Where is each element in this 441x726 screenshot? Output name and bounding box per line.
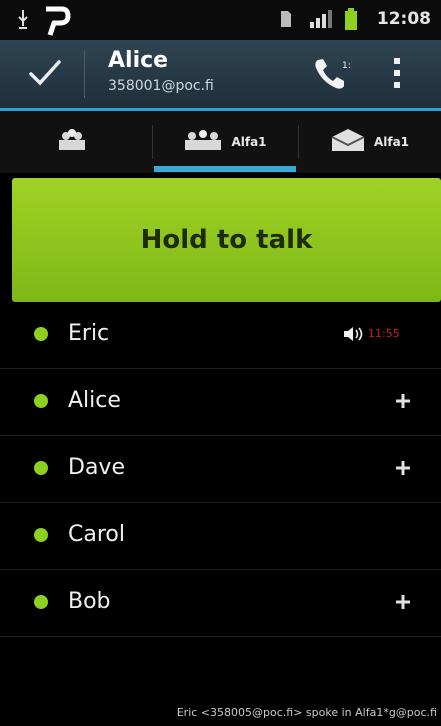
action-bar: Alice 358001@poc.fi 1:1: [0, 40, 441, 111]
contact-name: Eric: [68, 321, 110, 346]
add-icon[interactable]: [395, 594, 411, 614]
tab-alfa1[interactable]: Alfa1: [152, 111, 298, 173]
last-speaker-message: Eric <358005@poc.fi> spoke in Alfa1*g@po…: [176, 706, 437, 719]
group-icon: [183, 128, 223, 156]
sim-icon: [280, 10, 292, 32]
contact-name: Carol: [68, 522, 125, 547]
status-bar: 12:08: [0, 0, 441, 40]
usb-icon: [16, 9, 30, 35]
hold-to-talk-button[interactable]: Hold to talk: [12, 178, 441, 302]
clock: 12:08: [376, 9, 431, 29]
contact-address: 358001@poc.fi: [108, 78, 214, 94]
group-icon: [57, 128, 87, 156]
talk-time: 11:55: [368, 327, 400, 340]
list-item[interactable]: Carol: [0, 503, 441, 570]
contact-list: Eric 11:55 Alice Dave Carol Bob: [0, 302, 441, 637]
add-icon[interactable]: [395, 393, 411, 413]
tab-groups[interactable]: [0, 111, 152, 173]
tab-label: Alfa1: [373, 135, 410, 149]
online-status-dot: [34, 461, 48, 475]
check-icon[interactable]: [28, 58, 62, 92]
contact-name: Alice: [68, 388, 121, 413]
mailbox-icon: [330, 127, 366, 157]
add-icon[interactable]: [395, 460, 411, 480]
p-logo-icon: [42, 5, 72, 41]
active-tab-indicator: [154, 166, 296, 172]
list-item[interactable]: Eric 11:55: [0, 302, 441, 369]
group-tabs: Alfa1 Alfa1: [0, 111, 441, 173]
action-bar-divider: [84, 50, 85, 98]
svg-text:1:1: 1:1: [342, 61, 352, 71]
tab-label: Alfa1: [231, 135, 267, 149]
list-item[interactable]: Bob: [0, 570, 441, 637]
online-status-dot: [34, 595, 48, 609]
contact-name: Dave: [68, 455, 125, 480]
online-status-dot: [34, 394, 48, 408]
online-status-dot: [34, 528, 48, 542]
battery-icon: [344, 8, 358, 34]
contact-title: Alice: [108, 48, 169, 73]
tab-alfa1-mailbox[interactable]: Alfa1: [298, 111, 441, 173]
online-status-dot: [34, 327, 48, 341]
signal-icon: [310, 10, 334, 32]
contact-name: Bob: [68, 589, 111, 614]
overflow-menu-icon[interactable]: [392, 56, 402, 94]
phone-call-icon[interactable]: 1:1: [312, 56, 356, 96]
list-item[interactable]: Alice: [0, 369, 441, 436]
speaker-icon: [343, 326, 365, 346]
list-item[interactable]: Dave: [0, 436, 441, 503]
